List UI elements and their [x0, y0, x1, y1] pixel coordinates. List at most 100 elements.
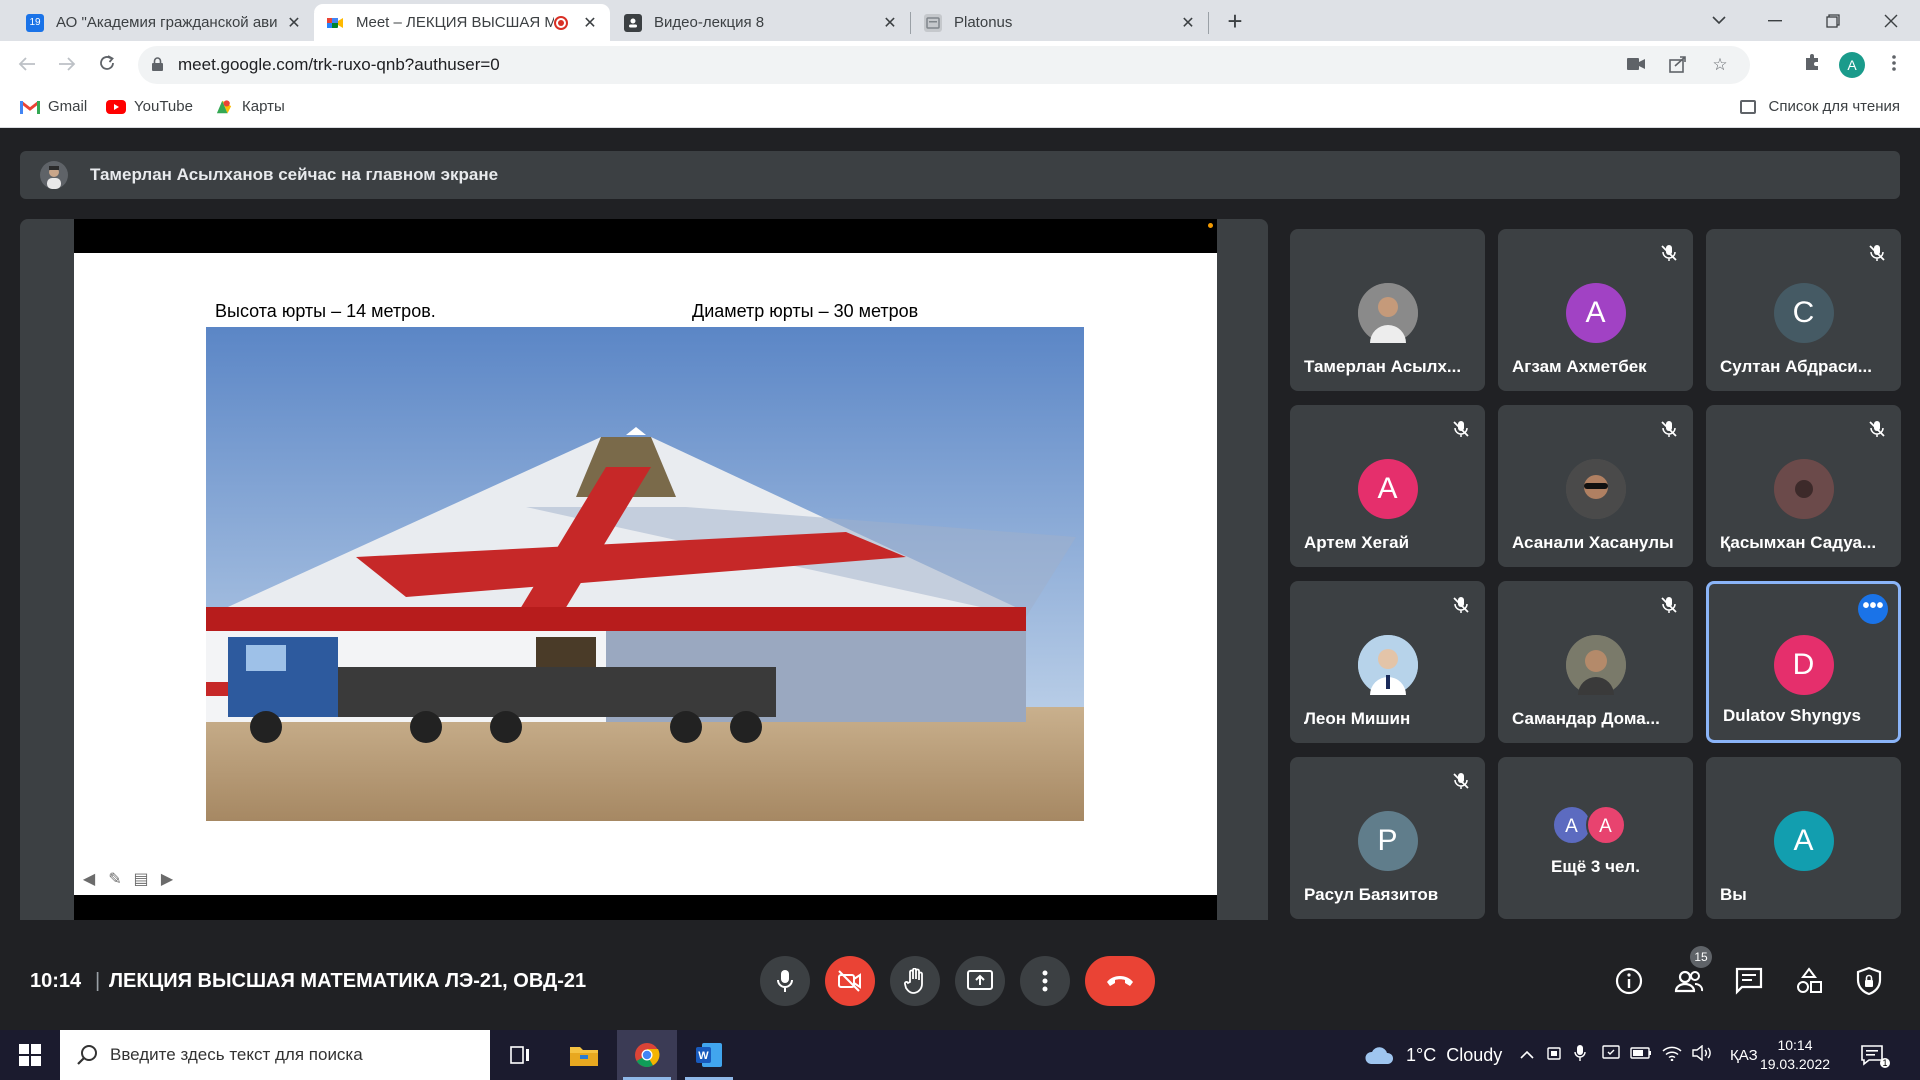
participant-tile[interactable]: С Султан Абдраси...	[1706, 229, 1901, 391]
restore-icon	[1826, 13, 1840, 28]
others-avatars: А А	[1551, 805, 1626, 845]
menu-icon[interactable]: ▤	[130, 871, 152, 889]
profile-avatar[interactable]: A	[1839, 52, 1865, 78]
activities-icon[interactable]	[1794, 966, 1824, 996]
chrome-app[interactable]	[617, 1030, 677, 1080]
participant-name: Леон Мишин	[1304, 709, 1411, 728]
more-options-button[interactable]	[1020, 956, 1070, 1006]
address-bar[interactable]: meet.google.com/trk-ruxo-qnb?authuser=0 …	[138, 46, 1750, 84]
camera-blocked-icon[interactable]	[1626, 55, 1646, 75]
participant-avatar: А	[1773, 811, 1834, 871]
participant-tile-active[interactable]: ••• D Dulatov Shyngys	[1706, 581, 1901, 743]
participant-name: Асанали Хасанулы	[1512, 533, 1674, 552]
participant-avatar: Р	[1357, 811, 1418, 871]
camera-off-icon	[838, 970, 861, 992]
back-button[interactable]	[12, 50, 42, 80]
tab-search-button[interactable]	[1696, 0, 1742, 41]
leave-call-button[interactable]	[1085, 956, 1155, 1006]
next-slide-icon[interactable]: ▶	[156, 871, 178, 889]
taskbar-clock[interactable]: 10:14 19.03.2022	[1750, 1036, 1840, 1074]
file-explorer-app[interactable]	[554, 1030, 614, 1080]
bookmark-star-icon[interactable]: ☆	[1710, 55, 1730, 75]
participant-tile-self[interactable]: А Вы	[1706, 757, 1901, 919]
tab-label: Platonus	[954, 14, 1013, 31]
participant-photo	[1565, 459, 1626, 519]
previous-slide-icon[interactable]: ◀	[78, 871, 100, 889]
tab-platonus[interactable]: Platonus ✕	[912, 4, 1208, 41]
close-icon[interactable]: ✕	[582, 13, 598, 33]
tab-academy[interactable]: 19 АО "Академия гражданской ави ✕	[14, 4, 314, 41]
close-icon[interactable]: ✕	[882, 13, 898, 33]
tab-video-lecture[interactable]: Видео-лекция 8 ✕	[612, 4, 910, 41]
close-icon[interactable]: ✕	[286, 13, 302, 33]
browser-menu-button[interactable]	[1880, 51, 1908, 79]
more-options-icon[interactable]: •••	[1858, 594, 1888, 624]
participant-name: Dulatov Shyngys	[1723, 706, 1861, 725]
close-window-button[interactable]	[1868, 0, 1914, 41]
pen-icon[interactable]: ✎	[104, 871, 126, 889]
device-icon[interactable]	[1546, 1045, 1564, 1066]
lock-icon	[152, 57, 163, 71]
taskbar-date: 19.03.2022	[1759, 1056, 1831, 1072]
camera-button[interactable]	[825, 956, 875, 1006]
presentation-slide: Высота юрты – 14 метров. Диаметр юрты – …	[74, 253, 1217, 895]
volume-icon[interactable]	[1692, 1044, 1714, 1066]
reading-list-button[interactable]: Список для чтения	[1740, 98, 1900, 115]
participant-name: Расул Баязитов	[1304, 885, 1439, 904]
chat-icon[interactable]	[1734, 966, 1764, 996]
weather-widget[interactable]: 1°C Cloudy	[1364, 1030, 1502, 1080]
tab-meet[interactable]: Meet – ЛЕКЦИЯ ВЫСШАЯ М ✕	[314, 4, 610, 41]
notifications-button[interactable]: 1	[1860, 1030, 1890, 1080]
wifi-icon[interactable]	[1662, 1045, 1682, 1066]
participant-tile[interactable]: Тамерлан Асылх...	[1290, 229, 1485, 391]
participant-tile[interactable]: Самандар Дома...	[1498, 581, 1693, 743]
tab-label: Видео-лекция 8	[654, 14, 765, 31]
participant-name: Тамерлан Асылх...	[1304, 357, 1462, 376]
chevron-up-icon[interactable]	[1518, 1046, 1536, 1064]
mic-off-icon	[1869, 245, 1885, 261]
close-icon[interactable]: ✕	[1180, 13, 1196, 33]
extensions-button[interactable]	[1798, 51, 1826, 79]
participant-tile[interactable]: Қасымхан Садуа...	[1706, 405, 1901, 567]
new-tab-button[interactable]: +	[1220, 6, 1250, 36]
microphone-button[interactable]	[760, 956, 810, 1006]
browser-tab-strip: 19 АО "Академия гражданской ави ✕ Meet –…	[0, 0, 1920, 41]
maps-icon	[216, 99, 232, 113]
participant-name: Султан Абдраси...	[1720, 357, 1872, 376]
participant-tile[interactable]: Асанали Хасанулы	[1498, 405, 1693, 567]
raise-hand-button[interactable]	[890, 956, 940, 1006]
battery-icon[interactable]	[1630, 1046, 1652, 1064]
participant-tile[interactable]: А Артем Хегай	[1290, 405, 1485, 567]
host-controls-icon[interactable]	[1854, 966, 1884, 996]
participant-tile[interactable]: Р Расул Баязитов	[1290, 757, 1485, 919]
participant-photo	[1565, 635, 1626, 695]
task-view-button[interactable]	[490, 1030, 550, 1080]
slide-toolbar: ◀ ✎ ▤ ▶	[78, 871, 178, 889]
bookmark-gmail[interactable]: Gmail	[20, 98, 87, 115]
participant-name: Артем Хегай	[1304, 533, 1410, 552]
microphone-tray-icon[interactable]	[1574, 1044, 1592, 1067]
arrow-right-icon	[59, 57, 76, 71]
slide-caption-diameter: Диаметр юрты – 30 метров	[692, 301, 919, 321]
bookmark-youtube[interactable]: YouTube	[106, 98, 193, 115]
restore-button[interactable]	[1810, 0, 1856, 41]
info-icon[interactable]	[1614, 966, 1644, 996]
minimize-icon	[1768, 19, 1782, 21]
people-icon[interactable]	[1674, 966, 1704, 996]
participant-tile[interactable]: А Агзам Ахметбек	[1498, 229, 1693, 391]
share-icon[interactable]	[1668, 55, 1688, 75]
forward-button[interactable]	[52, 50, 82, 80]
taskbar-search[interactable]: Введите здесь текст для поиска	[60, 1030, 490, 1080]
meet-tray-icon[interactable]	[1602, 1044, 1620, 1066]
weather-text: 1°C Cloudy	[1406, 1044, 1503, 1065]
minimize-button[interactable]	[1752, 0, 1798, 41]
reload-button[interactable]	[92, 50, 122, 80]
start-button[interactable]	[0, 1030, 60, 1080]
participant-photo	[1357, 283, 1418, 343]
word-app[interactable]: W	[679, 1030, 739, 1080]
participant-tile[interactable]: Леон Мишин	[1290, 581, 1485, 743]
others-tile[interactable]: А А Ещё 3 чел.	[1498, 757, 1693, 919]
bookmark-maps[interactable]: Карты	[214, 98, 285, 115]
present-screen-button[interactable]	[955, 956, 1005, 1006]
classroom-icon	[624, 13, 642, 32]
